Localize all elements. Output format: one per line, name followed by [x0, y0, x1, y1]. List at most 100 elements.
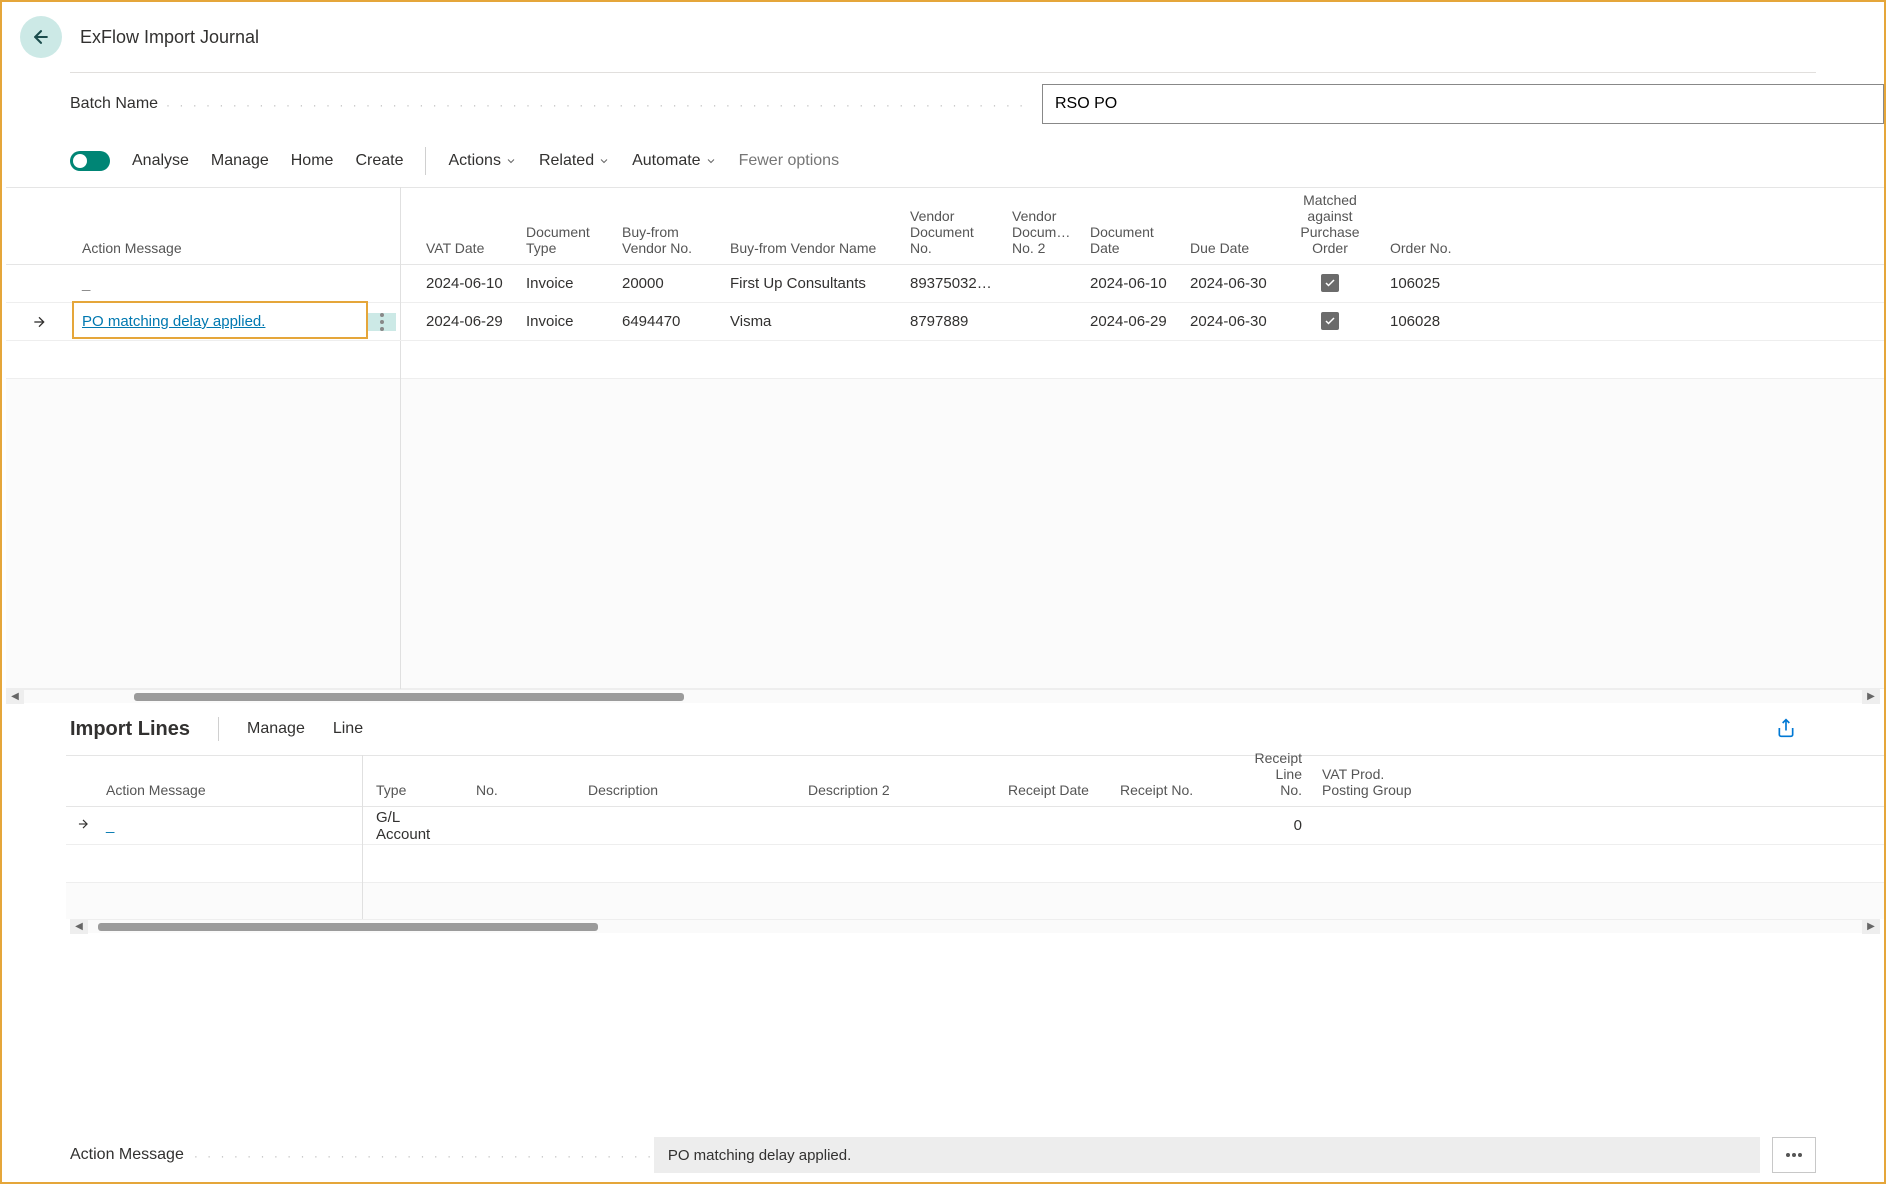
- lines-cell-type: G/L Account: [366, 809, 466, 843]
- lines-table-row[interactable]: _ G/L Account 0: [66, 807, 1884, 845]
- header-doc-date[interactable]: Document Date: [1080, 216, 1180, 264]
- main-grid-header: Action Message VAT Date Document Type Bu…: [6, 187, 1884, 265]
- cell-action-message[interactable]: _: [72, 275, 368, 292]
- grid-empty-space: [6, 379, 1884, 689]
- cell-buy-from-no: 6494470: [612, 313, 720, 330]
- footer-more-button[interactable]: [1772, 1137, 1816, 1173]
- scroll-left-button[interactable]: ◀: [70, 920, 88, 934]
- home-menu[interactable]: Home: [291, 152, 334, 170]
- table-row-empty[interactable]: [6, 341, 1884, 379]
- po-matching-link: PO matching delay applied.: [82, 313, 265, 330]
- batch-name-row: Batch Name · · · · · · · · · · · · · · ·…: [2, 73, 1884, 135]
- lines-header-receipt-no[interactable]: Receipt No.: [1110, 774, 1222, 806]
- lines-header-vat-prod[interactable]: VAT Prod. Posting Group: [1312, 758, 1432, 806]
- header-buy-from-name[interactable]: Buy-from Vendor Name: [720, 232, 900, 264]
- manage-menu[interactable]: Manage: [211, 152, 269, 170]
- table-row[interactable]: PO matching delay applied. 2024-06-29 In…: [6, 303, 1884, 341]
- header-matched[interactable]: Matched against Purchase Order: [1280, 184, 1380, 264]
- lines-line-menu[interactable]: Line: [333, 720, 363, 738]
- arrow-right-icon: [76, 817, 90, 831]
- main-grid: Action Message VAT Date Document Type Bu…: [6, 187, 1884, 689]
- cell-due-date: 2024-06-30: [1180, 313, 1280, 330]
- lines-grid-hscroll[interactable]: ◀ ▶: [70, 919, 1880, 933]
- row-actions-button[interactable]: [368, 313, 396, 331]
- lines-header-action-message[interactable]: Action Message: [96, 774, 332, 806]
- lines-header-description[interactable]: Description: [578, 774, 798, 806]
- cell-vendor-doc-no: 8797889: [900, 313, 1002, 330]
- cell-buy-from-name: Visma: [720, 313, 900, 330]
- automate-menu[interactable]: Automate: [632, 152, 716, 170]
- lines-table-row-empty[interactable]: [66, 845, 1884, 883]
- app-frame: ExFlow Import Journal Batch Name · · · ·…: [0, 0, 1886, 1184]
- import-lines-header: Import Lines Manage Line: [2, 703, 1884, 755]
- header-order-no[interactable]: Order No.: [1380, 232, 1480, 264]
- scroll-right-button[interactable]: ▶: [1862, 690, 1880, 704]
- more-horizontal-icon: [1785, 1152, 1803, 1158]
- analyse-toggle[interactable]: [70, 151, 110, 171]
- header-buy-from-no[interactable]: Buy-from Vendor No.: [612, 216, 720, 264]
- cell-due-date: 2024-06-30: [1180, 275, 1280, 292]
- cell-order-no: 106025: [1380, 275, 1480, 292]
- import-lines-title: Import Lines: [70, 718, 190, 741]
- batch-name-input-wrap: [1042, 84, 1884, 124]
- lines-grid-header: Action Message Type No. Description Desc…: [66, 755, 1884, 807]
- dots-fill: · · · · · · · · · · · · · · · · · · · · …: [194, 1149, 654, 1169]
- footer-action-message-value: PO matching delay applied.: [654, 1137, 1760, 1173]
- more-vertical-icon: [380, 313, 384, 331]
- section-separator: [218, 717, 219, 741]
- cell-action-message[interactable]: PO matching delay applied.: [72, 313, 368, 330]
- lines-header-receipt-line-no[interactable]: Receipt Line No.: [1222, 742, 1312, 806]
- cell-matched[interactable]: [1280, 274, 1380, 293]
- dots-fill: · · · · · · · · · · · · · · · · · · · · …: [166, 98, 1032, 118]
- fewer-options[interactable]: Fewer options: [739, 152, 840, 170]
- lines-manage-menu[interactable]: Manage: [247, 720, 305, 738]
- lines-header-no[interactable]: No.: [466, 774, 578, 806]
- scroll-left-button[interactable]: ◀: [6, 690, 24, 704]
- footer-row: Action Message · · · · · · · · · · · · ·…: [2, 1132, 1884, 1178]
- header-vendor-doc-no[interactable]: Vendor Document No.: [900, 200, 1002, 264]
- chevron-down-icon: [705, 155, 717, 167]
- scroll-thumb[interactable]: [98, 923, 598, 931]
- header-row: ExFlow Import Journal: [2, 2, 1884, 72]
- create-menu[interactable]: Create: [355, 152, 403, 170]
- lines-header-type[interactable]: Type: [366, 774, 466, 806]
- back-button[interactable]: [20, 16, 62, 58]
- actions-menu[interactable]: Actions: [448, 152, 516, 170]
- header-action-message[interactable]: Action Message: [72, 232, 368, 264]
- header-vendor-doc-no2[interactable]: Vendor Docum… No. 2: [1002, 200, 1080, 264]
- batch-name-label: Batch Name: [70, 95, 158, 113]
- toolbar: Analyse Manage Home Create Actions Relat…: [2, 135, 1884, 187]
- batch-name-input[interactable]: [1043, 95, 1883, 113]
- arrow-right-icon: [31, 314, 47, 330]
- header-vat-date[interactable]: VAT Date: [416, 232, 516, 264]
- cell-buy-from-name: First Up Consultants: [720, 275, 900, 292]
- arrow-left-icon: [31, 27, 51, 47]
- lines-grid: Action Message Type No. Description Desc…: [66, 755, 1884, 933]
- chevron-down-icon: [598, 155, 610, 167]
- related-menu[interactable]: Related: [539, 152, 610, 170]
- cell-matched[interactable]: [1280, 312, 1380, 331]
- page-title: ExFlow Import Journal: [80, 27, 259, 48]
- cell-vat-date: 2024-06-29: [416, 313, 516, 330]
- cell-vat-date: 2024-06-10: [416, 275, 516, 292]
- chevron-down-icon: [505, 155, 517, 167]
- scroll-thumb[interactable]: [134, 693, 684, 701]
- lines-header-description2[interactable]: Description 2: [798, 774, 998, 806]
- lines-cell-action-message[interactable]: _: [96, 817, 332, 834]
- analyse-menu[interactable]: Analyse: [132, 152, 189, 170]
- main-grid-hscroll[interactable]: ◀ ▶: [6, 689, 1880, 703]
- cell-doc-type: Invoice: [516, 275, 612, 292]
- share-icon: [1776, 718, 1796, 738]
- scroll-right-button[interactable]: ▶: [1862, 920, 1880, 934]
- footer-label: Action Message: [70, 1146, 184, 1164]
- cell-doc-date: 2024-06-29: [1080, 313, 1180, 330]
- cell-order-no: 106028: [1380, 313, 1480, 330]
- toolbar-separator: [425, 147, 426, 175]
- header-due-date[interactable]: Due Date: [1180, 232, 1280, 264]
- share-button[interactable]: [1776, 718, 1796, 741]
- table-row[interactable]: _ 2024-06-10 Invoice 20000 First Up Cons…: [6, 265, 1884, 303]
- lines-header-receipt-date[interactable]: Receipt Date: [998, 774, 1110, 806]
- cell-doc-type: Invoice: [516, 313, 612, 330]
- header-doc-type[interactable]: Document Type: [516, 216, 612, 264]
- cell-doc-date: 2024-06-10: [1080, 275, 1180, 292]
